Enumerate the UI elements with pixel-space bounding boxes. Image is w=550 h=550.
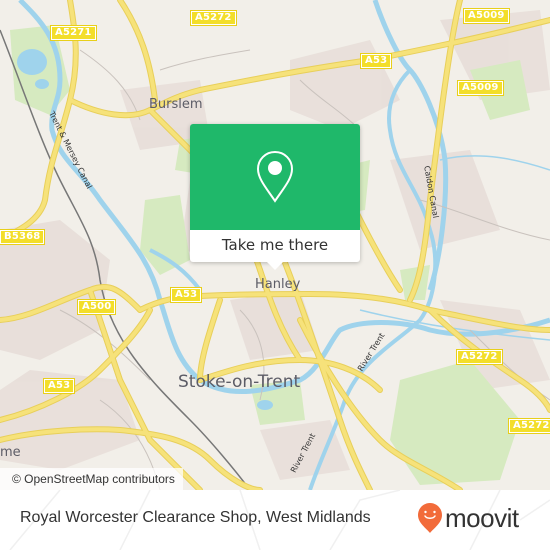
place-label-partial: me (0, 445, 21, 460)
moovit-pin-icon (418, 503, 442, 533)
road-shield-a5271: A5271 (50, 25, 97, 41)
road-shield-a53-north: A53 (359, 53, 393, 69)
road-shield-a53-west: A53 (42, 378, 76, 394)
place-label-hanley: Hanley (255, 277, 301, 292)
road-shield-a53-centre: A53 (169, 287, 203, 303)
brand-wordmark: moovit (445, 503, 519, 533)
popup-pointer (267, 262, 283, 270)
road-shield-a5272-east: A5272 (456, 349, 503, 365)
road-shield-b5368: B5368 (0, 229, 46, 245)
map-view[interactable]: Burslem Hanley Stoke-on-Trent me A5271 A… (0, 0, 550, 490)
moovit-logo[interactable]: moovit (417, 502, 519, 534)
road-shield-a5272-north: A5272 (190, 10, 237, 26)
place-title: Royal Worcester Clearance Shop, West Mid… (20, 509, 371, 526)
footer-bar: Royal Worcester Clearance Shop, West Mid… (0, 490, 550, 550)
road-shield-a500: A500 (76, 299, 117, 315)
road-shield-a5009-south: A5009 (457, 80, 504, 96)
road-shield-a5272-southeast: A5272 (508, 418, 550, 434)
place-label-burslem: Burslem (149, 97, 203, 112)
road-shield-a5009-north: A5009 (463, 8, 510, 24)
map-attribution[interactable]: © OpenStreetMap contributors (0, 468, 183, 490)
location-popup: Take me there (190, 124, 360, 270)
take-me-there-button[interactable]: Take me there (190, 230, 360, 262)
popup-header (190, 124, 360, 230)
map-pin-icon (256, 150, 294, 203)
place-label-stoke-on-trent: Stoke-on-Trent (178, 372, 301, 392)
